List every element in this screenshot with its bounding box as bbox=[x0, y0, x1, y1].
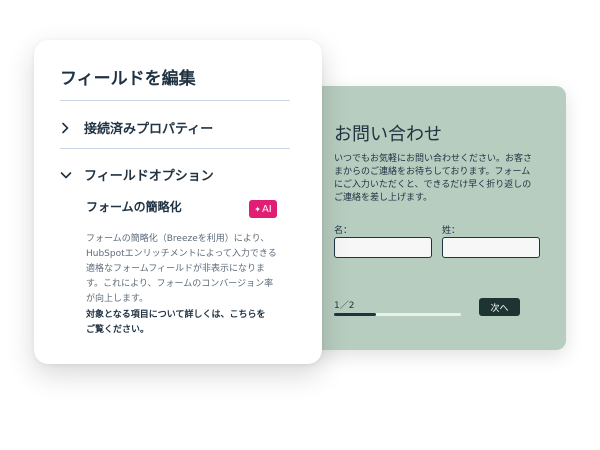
chevron-down-icon bbox=[60, 168, 80, 182]
next-button[interactable]: 次へ bbox=[479, 298, 520, 316]
form-description-line: ご連絡を差し上げます。 bbox=[334, 193, 433, 203]
section-label: フィールドオプション bbox=[84, 169, 214, 184]
form-title: お問い合わせ bbox=[334, 124, 442, 145]
form-description-line: まからのご連絡をお待ちしております。フォーム bbox=[334, 167, 531, 177]
form-description-line: いつでもお気軽にお問い合わせください。お客さ bbox=[334, 154, 533, 164]
description-line: 適格なフォームフィールドが非表示になりま bbox=[86, 264, 266, 274]
description-line: フォームの簡略化（Breezeを利用）により、 bbox=[86, 234, 270, 244]
stage: お問い合わせ いつでもお気軽にお問い合わせください。お客さ まからのご連絡をお待… bbox=[0, 0, 600, 450]
last-name-label: 姓： bbox=[442, 226, 461, 236]
section-label: 接続済みプロパティー bbox=[84, 122, 214, 137]
panel-title: フィールドを編集 bbox=[60, 69, 196, 89]
first-name-input[interactable] bbox=[334, 237, 432, 258]
progress-bar-fill bbox=[334, 313, 376, 316]
first-name-label: 名： bbox=[334, 226, 353, 236]
ai-badge: ✦ AI bbox=[249, 200, 277, 218]
divider bbox=[60, 148, 290, 149]
form-description-line: にご入力いただくと、できるだけ早く折り返しの bbox=[334, 180, 532, 190]
form-preview-card: お問い合わせ いつでもお気軽にお問い合わせください。お客さ まからのご連絡をお待… bbox=[296, 86, 566, 350]
learn-more-line: ご覧ください。 bbox=[86, 325, 150, 335]
section-connected-properties[interactable]: 接続済みプロパティー bbox=[60, 118, 213, 137]
sparkle-icon: ✦ bbox=[254, 204, 261, 214]
ai-badge-label: AI bbox=[261, 203, 272, 215]
option-title: フォームの簡略化 bbox=[86, 200, 182, 214]
chevron-right-icon bbox=[60, 121, 80, 135]
description-line: が向上します。 bbox=[86, 294, 149, 304]
divider bbox=[60, 100, 290, 101]
option-description: フォームの簡略化（Breezeを利用）により、 HubSpotエンリッチメントに… bbox=[86, 232, 294, 307]
description-line: HubSpotエンリッチメントによって入力できる bbox=[86, 249, 277, 259]
form-description: いつでもお気軽にお問い合わせください。お客さ まからのご連絡をお待ちしております… bbox=[334, 153, 544, 205]
section-field-options[interactable]: フィールドオプション bbox=[60, 165, 214, 184]
last-name-input[interactable] bbox=[442, 237, 540, 258]
learn-more-link[interactable]: 対象となる項目について詳しくは、こちらを ご覧ください。 bbox=[86, 308, 294, 338]
edit-field-panel: フィールドを編集 接続済みプロパティー フィールドオプション フォームの簡略化 … bbox=[34, 40, 322, 364]
page-indicator: 1／2 bbox=[334, 301, 355, 311]
progress-bar bbox=[334, 313, 461, 316]
learn-more-line: 対象となる項目について詳しくは、こちらを bbox=[86, 310, 266, 320]
description-line: す。これにより、フォームのコンバージョン率 bbox=[86, 279, 274, 289]
